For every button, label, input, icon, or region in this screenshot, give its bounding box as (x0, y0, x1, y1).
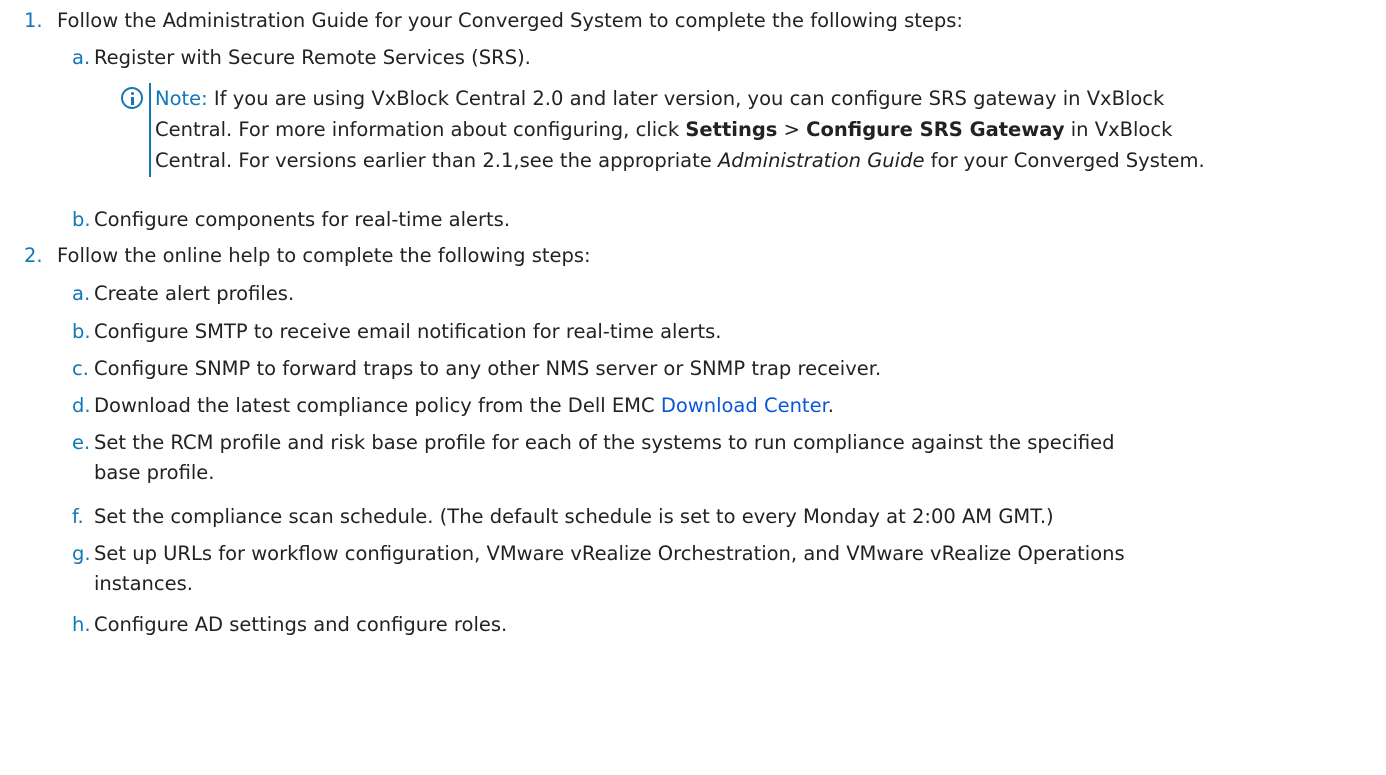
substep-marker: f. (72, 505, 84, 528)
note-line-3: Central. For versions earlier than 2.1,s… (155, 145, 1381, 176)
note-line-3-end: for your Converged System. (924, 149, 1205, 172)
substep-marker: e. (72, 431, 91, 454)
note-line-3-text: Central. For versions earlier than 2.1,s… (155, 149, 718, 172)
substep-marker: a. (72, 46, 91, 69)
note-callout: Note: If you are using VxBlock Central 2… (121, 83, 1381, 177)
substep-text: Set the compliance scan schedule. (The d… (94, 505, 1054, 528)
substep-marker: b. (72, 320, 91, 343)
substep-text: Configure components for real-time alert… (94, 208, 511, 231)
substep-text: Configure SNMP to forward traps to any o… (94, 357, 882, 380)
note-line-2: Central. For more information about conf… (155, 114, 1381, 145)
substep-text: Configure SMTP to receive email notifica… (94, 320, 722, 343)
substep-e-line-2: base profile. (94, 461, 215, 484)
download-center-link[interactable]: Download Center (661, 394, 828, 417)
substep-g-line-1: Set up URLs for workflow configuration, … (94, 542, 1125, 565)
settings-menu-ref: Settings (685, 118, 778, 141)
substep-text: Create alert profiles. (94, 282, 295, 305)
configure-srs-gateway-ref: Configure SRS Gateway (806, 118, 1065, 141)
step-2-text: Follow the online help to complete the f… (57, 244, 591, 267)
substep-marker: c. (72, 357, 89, 380)
note-line-1-text: If you are using VxBlock Central 2.0 and… (207, 87, 1165, 110)
substep-text: Register with Secure Remote Services (SR… (94, 46, 531, 69)
substep-d-text: Download the latest compliance policy fr… (94, 394, 661, 417)
substep-d-period: . (827, 394, 834, 417)
info-icon (121, 87, 143, 109)
substep-marker: a. (72, 282, 91, 305)
substep-text: Set up URLs for workflow configuration, … (94, 539, 1125, 599)
substep-marker: g. (72, 542, 91, 565)
step-1-text: Follow the Administration Guide for your… (57, 9, 963, 32)
substep-marker: h. (72, 613, 91, 636)
note-line-1: Note: If you are using VxBlock Central 2… (155, 83, 1381, 114)
menu-separator: > (777, 118, 807, 141)
substep-marker: d. (72, 394, 91, 417)
note-line-2-text: Central. For more information about conf… (155, 118, 686, 141)
note-line-2-end: in VxBlock (1064, 118, 1173, 141)
substep-g-line-2: instances. (94, 572, 193, 595)
administration-guide-ref: Administration Guide (717, 149, 925, 172)
step-1-number: 1. (24, 9, 43, 32)
step-2-number: 2. (24, 244, 43, 267)
substep-text: Set the RCM profile and risk base profil… (94, 428, 1115, 488)
note-body: Note: If you are using VxBlock Central 2… (155, 83, 1381, 176)
substep-marker: b. (72, 208, 91, 231)
note-divider (149, 83, 151, 177)
substep-e-line-1: Set the RCM profile and risk base profil… (94, 431, 1115, 454)
note-label: Note: (155, 87, 208, 110)
substep-text: Configure AD settings and configure role… (94, 613, 508, 636)
substep-text: Download the latest compliance policy fr… (94, 391, 834, 421)
